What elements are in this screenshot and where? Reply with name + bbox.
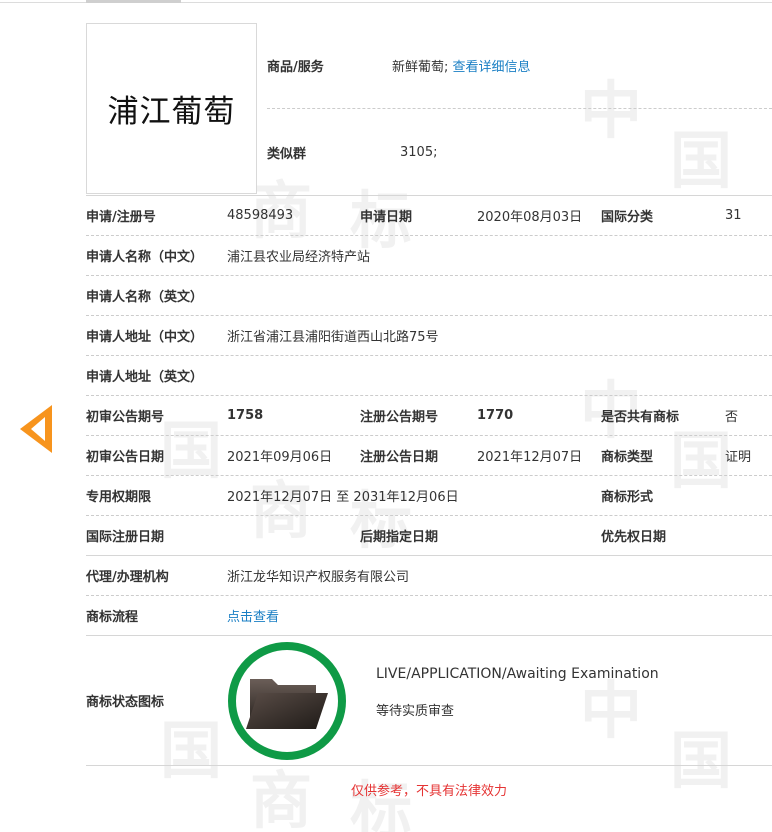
- reg-row: 申请/注册号 48598493 申请日期 2020年08月03日 国际分类 31: [86, 195, 772, 235]
- applicant-en-row: 申请人名称（英文）: [86, 275, 772, 315]
- status-cn: 等待实质审查: [376, 704, 455, 719]
- shared-value: 否: [725, 410, 739, 425]
- applicant-en-label: 申请人名称（英文）: [86, 290, 204, 305]
- form-label: 商标形式: [601, 490, 654, 505]
- folder-icon: [246, 679, 328, 729]
- type-label: 商标类型: [601, 450, 654, 465]
- back-arrow-icon[interactable]: [20, 405, 52, 453]
- intl-reg-date-label: 国际注册日期: [86, 530, 165, 545]
- type-value: 证明: [725, 450, 752, 465]
- app-date-label: 申请日期: [360, 210, 413, 225]
- term-label: 专用权期限: [86, 490, 152, 505]
- process-value: 点击查看: [227, 606, 279, 625]
- prelim-date-value: 2021年09月06日: [227, 450, 333, 465]
- address-cn-value: 浙江省浦江县浦阳街道西山北路75号: [227, 330, 439, 345]
- intl-class-value: 31: [725, 208, 742, 223]
- prelim-no-value: 1758: [227, 408, 264, 423]
- address-en-label: 申请人地址（英文）: [86, 370, 204, 385]
- group-label: 类似群: [267, 146, 307, 162]
- process-label: 商标流程: [86, 610, 139, 625]
- prelim-no-label: 初审公告期号: [86, 410, 165, 425]
- prelim-date-label: 初审公告日期: [86, 450, 165, 465]
- trademark-image: 浦江葡萄: [86, 23, 257, 194]
- group-value: 3105;: [400, 144, 438, 160]
- applicant-cn-value: 浦江县农业局经济特产站: [227, 250, 371, 265]
- reg-pub-date-label: 注册公告日期: [360, 450, 439, 465]
- process-row: 商标流程 点击查看: [86, 595, 772, 635]
- status-en: LIVE/APPLICATION/Awaiting Examination: [376, 666, 659, 682]
- reg-no-label: 申请/注册号: [86, 210, 156, 225]
- view-process-link[interactable]: 点击查看: [227, 610, 279, 625]
- announcement-date-row: 初审公告日期 2021年09月06日 注册公告日期 2021年12月07日 商标…: [86, 435, 772, 475]
- status-circle: [228, 642, 346, 760]
- priority-date-label: 优先权日期: [601, 530, 667, 545]
- status-text: LIVE/APPLICATION/Awaiting Examination 等待…: [376, 666, 659, 719]
- address-cn-label: 申请人地址（中文）: [86, 330, 204, 345]
- shared-label: 是否共有商标: [601, 410, 680, 425]
- reg-pub-no-value: 1770: [477, 408, 514, 423]
- goods-row: 商品/服务 新鲜葡萄; 查看详细信息: [267, 23, 772, 109]
- tab-indicator: [86, 0, 181, 3]
- trademark-logo-text: 浦江葡萄: [107, 94, 236, 130]
- intl-date-row: 国际注册日期 后期指定日期 优先权日期: [86, 515, 772, 555]
- goods-value: 新鲜葡萄; 查看详细信息: [392, 60, 531, 75]
- header-block: 浦江葡萄 商品/服务 新鲜葡萄; 查看详细信息 类似群 3105;: [86, 23, 772, 195]
- app-date-value: 2020年08月03日: [477, 210, 583, 225]
- agent-label: 代理/办理机构: [86, 570, 169, 585]
- status-row: 商标状态图标 LIVE/APPLICATION/Awaiting Examina…: [86, 635, 772, 765]
- agent-value: 浙江龙华知识产权服务有限公司: [227, 570, 410, 585]
- announcement-no-row: 初审公告期号 1758 注册公告期号 1770 是否共有商标 否: [86, 395, 772, 435]
- disclaimer-row: 仅供参考，不具有法律效力: [86, 765, 772, 815]
- address-en-row: 申请人地址（英文）: [86, 355, 772, 395]
- group-row: 类似群 3105;: [267, 109, 772, 195]
- applicant-cn-row: 申请人名称（中文） 浦江县农业局经济特产站: [86, 235, 772, 275]
- applicant-cn-label: 申请人名称（中文）: [86, 250, 204, 265]
- intl-class-label: 国际分类: [601, 210, 654, 225]
- view-details-link[interactable]: 查看详细信息: [453, 60, 531, 75]
- reg-pub-date-value: 2021年12月07日: [477, 450, 583, 465]
- status-icon-label: 商标状态图标: [86, 695, 165, 710]
- agent-row: 代理/办理机构 浙江龙华知识产权服务有限公司: [86, 555, 772, 595]
- term-row: 专用权期限 2021年12月07日 至 2031年12月06日 商标形式: [86, 475, 772, 515]
- late-date-label: 后期指定日期: [360, 530, 439, 545]
- goods-label: 商品/服务: [267, 60, 324, 75]
- trademark-detail: 浦江葡萄 商品/服务 新鲜葡萄; 查看详细信息 类似群 3105; 申请/注册号…: [86, 23, 772, 815]
- top-bar: [0, 0, 772, 3]
- reg-pub-no-label: 注册公告期号: [360, 410, 439, 425]
- disclaimer-text: 仅供参考，不具有法律效力: [350, 784, 507, 799]
- reg-no-value: 48598493: [227, 208, 294, 223]
- term-value: 2021年12月07日 至 2031年12月06日: [227, 490, 459, 505]
- address-cn-row: 申请人地址（中文） 浙江省浦江县浦阳街道西山北路75号: [86, 315, 772, 355]
